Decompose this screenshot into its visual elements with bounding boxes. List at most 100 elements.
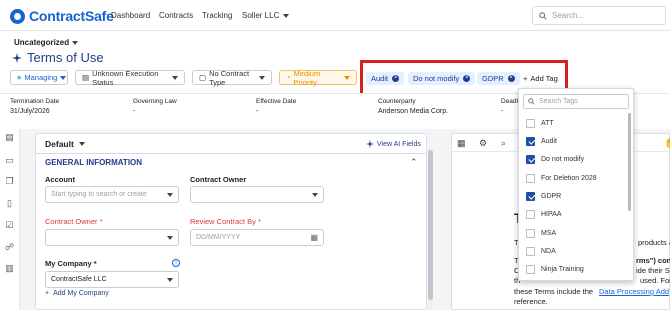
view-selector[interactable]: Default: [45, 139, 85, 149]
view-name: Default: [45, 139, 74, 149]
checkbox[interactable]: [526, 264, 535, 274]
contract-owner-required-label: Contract Owner *: [45, 217, 103, 226]
contractsafe-logo[interactable]: ContractSafe: [10, 7, 114, 25]
status-managing-filter[interactable]: ≡ Managing: [10, 70, 68, 85]
zoom-search-icon[interactable]: ⌕: [501, 138, 506, 149]
chevron-down-icon: [167, 192, 173, 197]
tag-option[interactable]: NDA: [526, 245, 556, 257]
priority-icon: ◔: [286, 73, 291, 82]
priority-filter[interactable]: ◔ Medium Priority: [279, 69, 357, 87]
review-date-placeholder: DD/MM/YYYY: [196, 234, 241, 241]
tag-audit[interactable]: Audit ×: [366, 72, 405, 85]
tag-option[interactable]: Ninja Training: [526, 263, 584, 275]
account-field[interactable]: Start typing to search or create: [45, 186, 179, 203]
global-search-input[interactable]: Search...: [532, 6, 666, 25]
comment-icon[interactable]: ▭: [4, 155, 15, 166]
tag-option[interactable]: Do not modify: [526, 153, 584, 165]
nav-tracking[interactable]: Tracking: [202, 11, 232, 20]
dropdown-scrollbar[interactable]: [628, 113, 631, 211]
tag-label: Do not modify: [413, 74, 460, 83]
contract-type-filter[interactable]: ▢ No Contract Type: [192, 69, 272, 87]
fields-scrollbar-thumb[interactable]: [428, 150, 433, 300]
termination-date-value[interactable]: 31/July/2026: [10, 108, 50, 115]
chevron-down-icon: [167, 235, 173, 240]
global-search-placeholder: Search...: [552, 11, 585, 20]
grid-view-icon[interactable]: ▦: [457, 138, 466, 149]
checkbox[interactable]: [526, 246, 535, 256]
document-text: ide their Se: [636, 266, 670, 275]
tag-option[interactable]: Audit: [526, 135, 557, 147]
data-processing-link[interactable]: Data Processing Add: [599, 287, 669, 296]
tag-label: GDPR: [482, 74, 504, 83]
search-icon: [539, 11, 547, 20]
remove-tag-icon[interactable]: ×: [392, 75, 400, 82]
document-icon[interactable]: ▤: [4, 132, 15, 143]
attachments-icon[interactable]: ❐: [4, 176, 15, 187]
brand-name: ContractSafe: [29, 8, 114, 24]
effective-date-label: Effective Date: [256, 98, 297, 105]
hand-tool-icon[interactable]: ✋: [664, 138, 670, 149]
add-my-company-button[interactable]: + Add My Company: [45, 290, 109, 297]
view-ai-fields-button[interactable]: View AI Fields: [366, 140, 421, 148]
tag-option-label: ATT: [541, 119, 554, 127]
collapse-chevron-icon[interactable]: ⌃: [410, 157, 418, 168]
contract-owner-required-field[interactable]: [45, 229, 179, 246]
add-tag-button[interactable]: + Add Tag: [523, 72, 558, 85]
tag-search-input[interactable]: Search Tags: [523, 94, 629, 109]
book-icon[interactable]: ▯: [4, 198, 15, 209]
file-icon: ▢: [199, 73, 207, 82]
remove-tag-icon[interactable]: ×: [507, 75, 515, 82]
tag-option[interactable]: GDPR: [526, 190, 561, 202]
checkbox[interactable]: [526, 228, 535, 238]
tag-gdpr[interactable]: GDPR ×: [477, 72, 520, 85]
chevron-down-icon: [344, 75, 350, 80]
nav-company-menu[interactable]: Soller LLC: [242, 11, 290, 20]
review-date-field[interactable]: DD/MM/YYYY ▦: [190, 229, 324, 246]
calendar-icon[interactable]: ▦: [310, 233, 318, 242]
folder-selector[interactable]: Uncategorized: [14, 38, 79, 47]
tag-option[interactable]: HIPAA: [526, 208, 562, 220]
execution-status-filter[interactable]: ▤ Unknown Execution Status: [75, 68, 185, 87]
document-icon: ▤: [82, 73, 90, 82]
document-text: used. For: [640, 276, 670, 285]
sparkle-icon: [366, 140, 374, 148]
users-icon[interactable]: ☍: [4, 242, 15, 253]
nav-dashboard[interactable]: Dashboard: [111, 11, 150, 20]
checkbox[interactable]: [526, 191, 535, 201]
governing-law-value[interactable]: -: [133, 108, 135, 115]
tag-option[interactable]: For Deletion 2028: [526, 172, 597, 184]
document-text: products and: [638, 238, 670, 247]
gear-icon[interactable]: ⚙: [479, 138, 487, 149]
execution-status-label: Unknown Execution Status: [92, 68, 159, 87]
remove-tag-icon[interactable]: ×: [463, 75, 471, 82]
checkbox[interactable]: [526, 209, 535, 219]
notes-icon[interactable]: ▥: [4, 263, 15, 274]
chevron-down-icon: [78, 142, 85, 146]
chevron-down-icon: [259, 75, 265, 80]
checkbox[interactable]: [526, 173, 535, 183]
my-company-field[interactable]: ContractSafe LLC: [45, 271, 179, 288]
governing-law-label: Governing Law: [133, 98, 177, 105]
divider: [36, 153, 426, 154]
chevron-down-icon: [60, 75, 67, 80]
tag-option[interactable]: ATT: [526, 117, 554, 129]
counterparty-value[interactable]: Anderson Media Corp.: [378, 108, 448, 115]
deadline-value[interactable]: -: [501, 108, 503, 115]
effective-date-value[interactable]: -: [256, 108, 258, 115]
account-label: Account: [45, 175, 75, 184]
contract-owner-field[interactable]: [190, 186, 324, 203]
status-icon: ≡: [17, 73, 22, 82]
info-icon[interactable]: i: [172, 259, 180, 267]
tag-option[interactable]: MSA: [526, 227, 556, 239]
checkbox[interactable]: [526, 154, 535, 164]
nav-contracts[interactable]: Contracts: [159, 11, 193, 20]
tag-option-label: Ninja Training: [541, 265, 584, 273]
tag-option-label: GDPR: [541, 192, 562, 200]
tag-do-not-modify[interactable]: Do not modify ×: [408, 72, 476, 85]
tasks-check-icon[interactable]: ☑: [4, 220, 15, 231]
status-managing-label: Managing: [24, 73, 58, 82]
checkbox[interactable]: [526, 136, 535, 146]
checkbox[interactable]: [526, 118, 535, 128]
account-placeholder: Start typing to search or create: [51, 191, 147, 198]
view-ai-fields-label: View AI Fields: [377, 140, 421, 148]
